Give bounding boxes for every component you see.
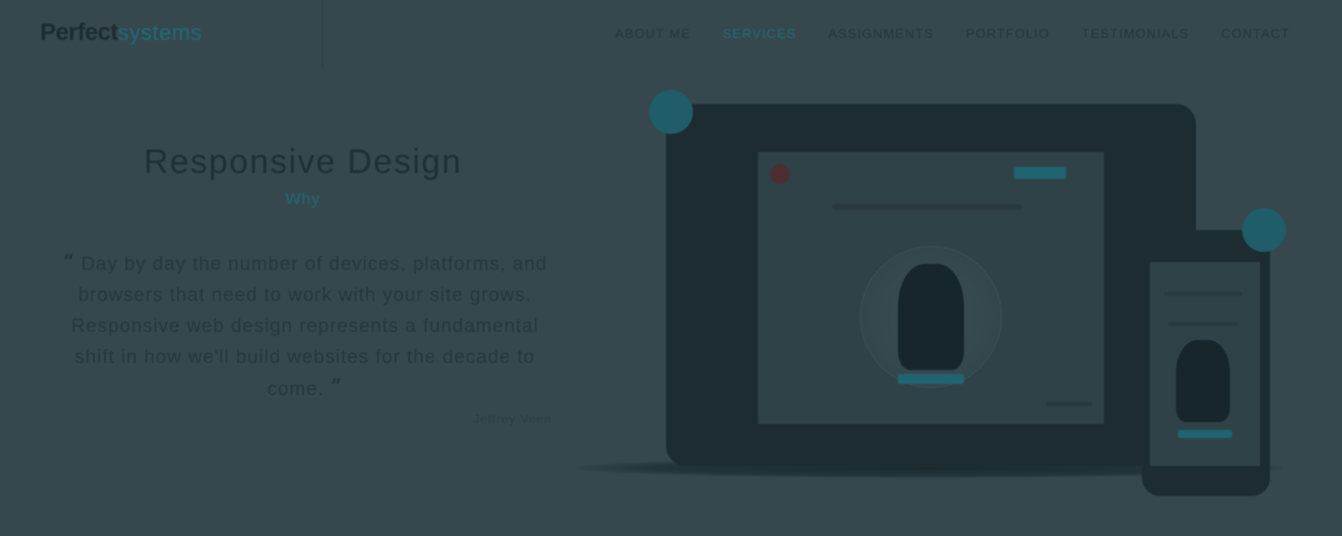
phone-text-line bbox=[1164, 292, 1242, 296]
site-logo[interactable]: Perfectsystems bbox=[40, 18, 202, 48]
phone-cta bbox=[1178, 430, 1232, 438]
screen-logo-icon bbox=[770, 164, 790, 184]
page: Perfectsystems ABOUT ME SERVICES ASSIGNM… bbox=[0, 0, 1342, 536]
screen-footer-line bbox=[1046, 402, 1092, 406]
quote-close-mark: ” bbox=[330, 376, 343, 401]
screen-figure bbox=[898, 264, 964, 370]
hero-tag: Why bbox=[285, 191, 321, 208]
screen-text-line bbox=[832, 204, 1022, 210]
logo-main-text: Perfect bbox=[40, 19, 118, 46]
screen-button bbox=[1014, 167, 1066, 179]
nav-item-portfolio[interactable]: PORTFOLIO bbox=[966, 24, 1050, 44]
phone-text-line bbox=[1168, 322, 1238, 326]
testimonial-quote: “ Day by day the number of devices, plat… bbox=[62, 248, 548, 405]
nav-item-testimonials[interactable]: TESTIMONIALS bbox=[1082, 24, 1189, 44]
badge-icon bbox=[1242, 208, 1286, 252]
main-nav: ABOUT ME SERVICES ASSIGNMENTS PORTFOLIO … bbox=[615, 24, 1290, 44]
nav-item-contact[interactable]: CONTACT bbox=[1221, 24, 1290, 44]
quote-text: Day by day the number of devices, platfo… bbox=[71, 254, 548, 400]
hero-title: Responsive Design bbox=[143, 143, 463, 181]
phone-figure bbox=[1176, 340, 1230, 422]
nav-item-about-me[interactable]: ABOUT ME bbox=[615, 24, 691, 44]
logo-accent-text: systems bbox=[117, 20, 203, 45]
quote-open-mark: “ bbox=[62, 251, 75, 276]
badge-icon bbox=[649, 90, 693, 134]
screen-cta bbox=[898, 374, 964, 384]
nav-item-services[interactable]: SERVICES bbox=[723, 24, 797, 44]
header-divider bbox=[322, 0, 323, 68]
quote-author: Jeffrey Veen bbox=[473, 412, 552, 426]
nav-item-assignments[interactable]: ASSIGNMENTS bbox=[828, 24, 934, 44]
